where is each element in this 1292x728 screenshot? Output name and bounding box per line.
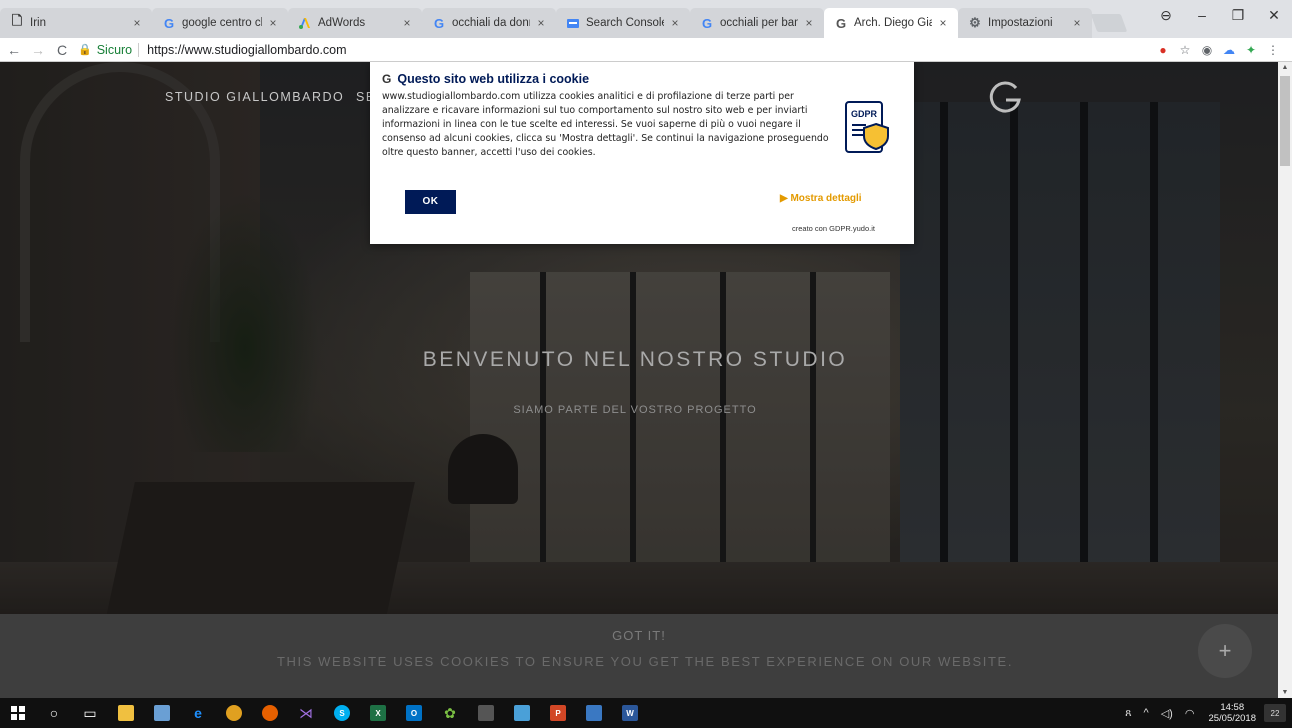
close-icon[interactable]: × <box>1070 16 1084 30</box>
forward-arrow-icon[interactable]: → <box>28 42 48 58</box>
gdpr-shield-icon: GDPR <box>845 101 889 153</box>
plus-fab-button[interactable]: + <box>1198 624 1252 678</box>
search-console-icon <box>566 16 580 30</box>
browser-toolbar: ← → C 🔒 Sicuro https://www.studiogiallom… <box>0 38 1292 62</box>
tab-irin[interactable]: 🗋 Irin × <box>0 8 152 38</box>
edge-icon[interactable]: e <box>180 698 216 728</box>
gear-icon: ⚙ <box>969 15 981 30</box>
back-arrow-icon[interactable]: ← <box>4 42 24 58</box>
cloud-icon[interactable]: ☁ <box>1218 43 1240 57</box>
skype-icon[interactable]: S <box>324 698 360 728</box>
g-logo-icon: G <box>835 15 847 31</box>
volume-icon[interactable]: ◁) <box>1161 707 1173 720</box>
new-tab-button[interactable] <box>1090 14 1128 32</box>
extension-puzzle-icon[interactable]: ✦ <box>1240 43 1262 57</box>
tab-search-console[interactable]: Search Console - H × <box>556 8 690 38</box>
window-controls: ⊖ – ❐ ✕ <box>1148 0 1292 30</box>
wifi-icon[interactable]: ◠ <box>1185 707 1195 720</box>
close-icon[interactable]: × <box>266 16 280 30</box>
gdpr-badge-label: GDPR <box>851 109 878 119</box>
tab-google-centro[interactable]: G google centro clie × <box>152 8 288 38</box>
site-brand[interactable]: STUDIO GIALLOMBARDO <box>165 90 344 104</box>
screen: 🗋 Irin × G google centro clie × AdWords … <box>0 0 1292 728</box>
google-icon: G <box>163 15 175 31</box>
chevron-up-icon[interactable]: ^ <box>1144 707 1149 719</box>
address-bar[interactable]: 🔒 Sicuro https://www.studiogiallombardo.… <box>78 40 1152 60</box>
gdpr-cookie-dialog: G Questo sito web utilizza i cookie www.… <box>370 62 914 244</box>
maximize-button[interactable]: ❐ <box>1220 7 1256 24</box>
excel-icon[interactable]: X <box>360 698 396 728</box>
gdpr-title: Questo sito web utilizza i cookie <box>397 72 590 86</box>
app-icon[interactable]: ✿ <box>432 698 468 728</box>
scrollbar-thumb[interactable] <box>1280 76 1290 166</box>
lock-icon: 🔒 <box>78 44 92 56</box>
notifications-icon[interactable]: 22 <box>1264 704 1286 722</box>
windows-taskbar: ○ ▭ e ⋊ S X O ✿ P W ጸ ^ ◁) ◠ 14:58 25/05… <box>0 698 1292 728</box>
url-text: https://www.studiogiallombardo.com <box>147 42 347 57</box>
hero-subtitle: SIAMO PARTE DEL VOSTRO PROGETTO <box>513 404 757 416</box>
tab-occhiali-bambini[interactable]: G occhiali per bambi × <box>690 8 824 38</box>
site-logo-icon[interactable] <box>986 78 1026 118</box>
firefox-icon[interactable] <box>252 698 288 728</box>
close-icon[interactable]: × <box>802 16 816 30</box>
gdpr-ok-button[interactable]: OK <box>405 190 456 214</box>
divider <box>138 42 140 57</box>
tab-arch-diego[interactable]: G Arch. Diego Giallor × <box>824 8 958 38</box>
chrome-icon[interactable] <box>216 698 252 728</box>
outlook-icon[interactable]: O <box>396 698 432 728</box>
clock[interactable]: 14:58 25/05/2018 <box>1208 702 1256 724</box>
close-icon[interactable]: × <box>668 16 682 30</box>
app-icon[interactable] <box>144 698 180 728</box>
close-icon[interactable]: × <box>936 16 950 30</box>
app-icon[interactable] <box>576 698 612 728</box>
tab-strip: 🗋 Irin × G google centro clie × AdWords … <box>0 0 1292 38</box>
app-icon[interactable] <box>504 698 540 728</box>
extension-circle-icon[interactable]: ◉ <box>1196 43 1218 57</box>
people-icon[interactable]: ጸ <box>1125 707 1131 720</box>
profile-icon[interactable]: ⊖ <box>1148 7 1184 24</box>
close-icon[interactable]: × <box>534 16 548 30</box>
tab-adwords[interactable]: AdWords × <box>288 8 422 38</box>
page-scrollbar[interactable]: ▲ ▼ <box>1278 62 1292 698</box>
extension-icons: ● ☆ ◉ ☁ ✦ ⋮ <box>1152 43 1284 57</box>
reload-icon[interactable]: C <box>52 42 72 58</box>
tab-occhiali-donna[interactable]: G occhiali da donna × <box>422 8 556 38</box>
minimize-button[interactable]: – <box>1184 7 1220 23</box>
extension-red-icon[interactable]: ● <box>1152 43 1174 57</box>
word-icon[interactable]: W <box>612 698 648 728</box>
google-icon: G <box>701 15 713 31</box>
secure-label: Sicuro <box>96 42 133 57</box>
file-explorer-icon[interactable] <box>108 698 144 728</box>
scroll-down-icon[interactable]: ▼ <box>1278 689 1292 696</box>
task-view-icon[interactable]: ▭ <box>72 698 108 728</box>
google-icon: G <box>433 15 445 31</box>
cookie-bar: GOT IT! THIS WEBSITE USES COOKIES TO ENS… <box>0 614 1278 698</box>
powerpoint-icon[interactable]: P <box>540 698 576 728</box>
system-tray: ጸ ^ ◁) ◠ 14:58 25/05/2018 22 <box>1119 698 1292 728</box>
page-icon: 🗋 <box>11 13 23 28</box>
scroll-up-icon[interactable]: ▲ <box>1278 64 1292 71</box>
webpage-viewport: STUDIO GIALLOMBARDO SE BENVENUTO NEL NOS… <box>0 62 1278 698</box>
windows-start-icon[interactable] <box>0 698 36 728</box>
calculator-icon[interactable] <box>468 698 504 728</box>
close-icon[interactable]: × <box>400 16 414 30</box>
got-it-button[interactable]: GOT IT! <box>0 628 1278 643</box>
menu-dots-icon[interactable]: ⋮ <box>1262 43 1284 57</box>
g-logo-icon: G <box>382 72 392 86</box>
cookie-bar-message: THIS WEBSITE USES COOKIES TO ENSURE YOU … <box>276 654 1014 669</box>
bookmark-star-icon[interactable]: ☆ <box>1174 43 1196 57</box>
close-window-button[interactable]: ✕ <box>1256 7 1292 24</box>
close-icon[interactable]: × <box>130 16 144 30</box>
gdpr-credit[interactable]: creato con GDPR.yudo.it <box>792 224 875 233</box>
hero-title: BENVENUTO NEL NOSTRO STUDIO <box>422 348 848 371</box>
gdpr-header: G Questo sito web utilizza i cookie <box>382 72 902 86</box>
mostra-dettagli-link[interactable]: ▶ Mostra dettagli <box>780 193 862 204</box>
visual-studio-icon[interactable]: ⋊ <box>288 698 324 728</box>
cortana-icon[interactable]: ○ <box>36 698 72 728</box>
gdpr-body-text: www.studiogiallombardo.com utilizza cook… <box>382 91 829 158</box>
tab-impostazioni[interactable]: ⚙ Impostazioni × <box>958 8 1092 38</box>
adwords-icon <box>298 16 312 30</box>
